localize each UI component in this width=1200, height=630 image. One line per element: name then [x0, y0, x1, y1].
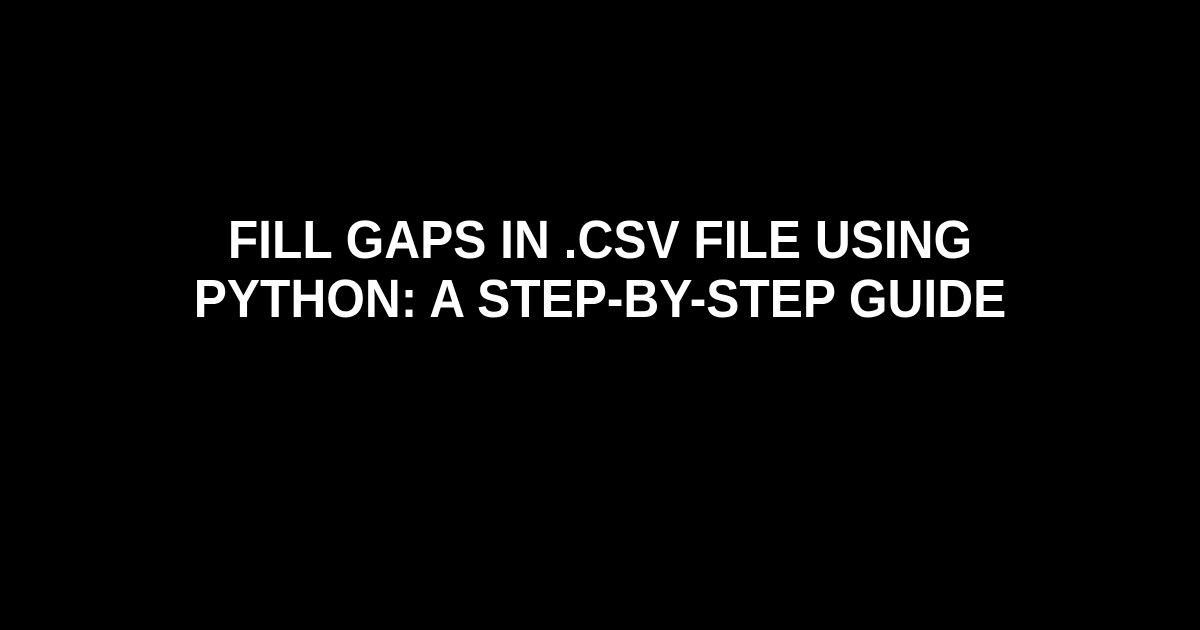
page-title: Fill gaps in .csv file using Python: A S…: [117, 211, 1083, 330]
